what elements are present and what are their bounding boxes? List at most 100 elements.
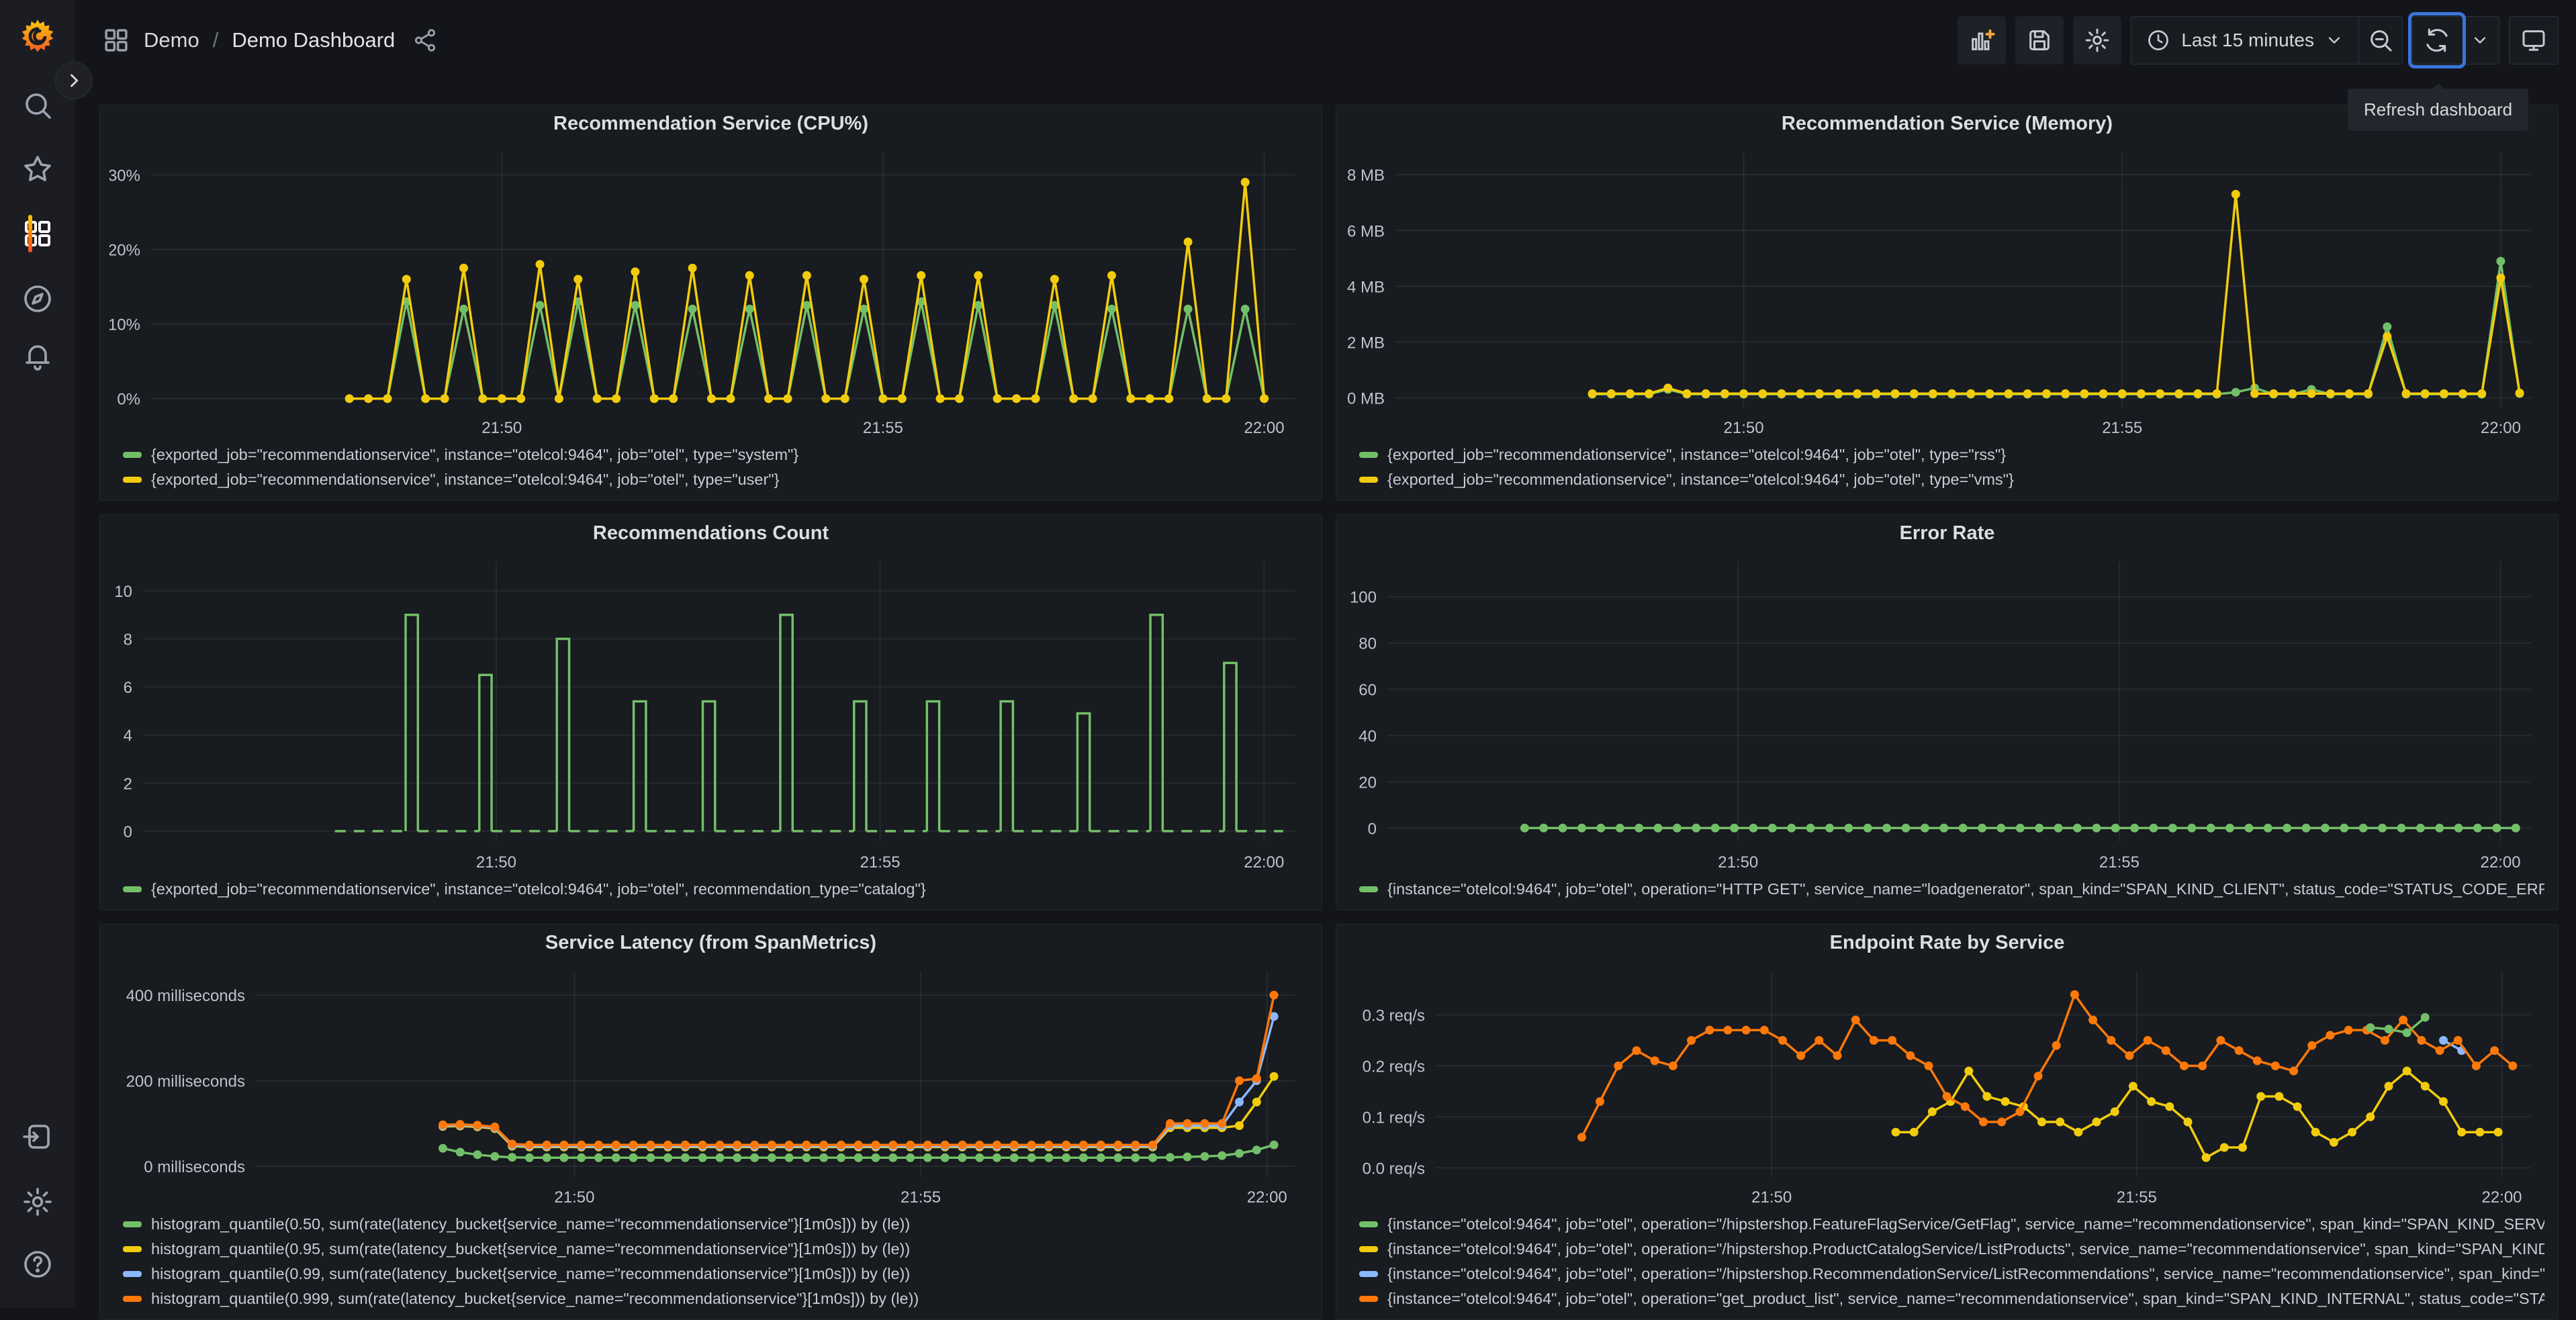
panel-title[interactable]: Recommendation Service (CPU%) [553,113,868,135]
data-point [2358,823,2368,833]
data-point [940,1140,950,1149]
panel-header[interactable]: Endpoint Rate by Service [1336,925,2558,961]
data-point [1909,389,1919,398]
data-point [680,1153,690,1162]
legend-item[interactable]: {exported_job="recommendationservice", i… [123,877,1308,902]
legend-item[interactable]: {instance="otelcol:9464", job="otel", op… [1359,1237,2544,1262]
data-point [2180,1062,2189,1070]
chart-canvas[interactable]: 0 2 4 6 8 10 21:50 21:55 22:00 [109,551,1312,876]
panel-memory: Recommendation Service (Memory) 0 MB 2 MB… [1336,105,2559,501]
data-point [2274,1092,2284,1101]
chart-canvas[interactable]: 0.0 req/s 0.1 req/s 0.2 req/s 0.3 req/s 21:5… [1346,961,2548,1211]
legend-item[interactable]: histogram_quantile(0.99, sum(rate(latenc… [123,1262,1308,1286]
legend-item[interactable]: {instance="otelcol:9464", job="otel", op… [1359,1262,2544,1286]
refresh-dashboard-button[interactable] [2408,12,2466,68]
kiosk-mode-button[interactable] [2510,17,2558,64]
x-axis-tick-label: 21:55 [863,419,903,437]
panel-header[interactable]: Service Latency (from SpanMetrics) [100,925,1322,961]
expand-sidebar-button[interactable] [55,62,93,99]
sidebar-item-search[interactable] [16,84,59,127]
data-point [860,275,868,284]
data-point [669,394,678,404]
data-point [1596,823,1606,833]
sidebar-item-sign-in[interactable] [16,1115,59,1158]
dashboard-settings-button[interactable] [2073,16,2122,64]
y-axis-tick-label: 2 MB [1347,334,1385,352]
data-point [2435,1046,2444,1055]
legend-item[interactable]: {exported_job="recommendationservice", i… [1359,467,2544,492]
data-point [2198,1062,2207,1070]
panel-header[interactable]: Recommendation Service (CPU%) [100,105,1322,142]
data-point [975,1140,984,1149]
panel-title[interactable]: Endpoint Rate by Service [1830,932,2065,954]
grafana-logo[interactable] [16,15,59,58]
chevron-right-icon [71,74,79,87]
data-point [2473,823,2482,833]
data-point [1165,1153,1175,1162]
data-point [439,1120,447,1129]
refresh-interval-button[interactable] [2461,17,2499,64]
data-point [2238,1143,2247,1152]
legend-swatch [123,1271,142,1277]
panel-title[interactable]: Recommendations Count [593,522,829,545]
data-point [2168,823,2177,833]
y-axis-tick-label: 200 milliseconds [126,1073,245,1091]
sidebar-item-explore[interactable] [16,277,59,320]
data-point [1148,1153,1158,1162]
data-point [906,1140,915,1149]
breadcrumb-section[interactable]: Demo [144,28,199,52]
chart-canvas[interactable]: 0 20 40 60 80 100 21:50 21:55 22:00 [1346,551,2548,876]
legend-item[interactable]: histogram_quantile(0.999, sum(rate(laten… [123,1286,1308,1311]
data-point [1806,823,1815,833]
data-point [2035,823,2044,833]
add-panel-button[interactable] [1958,16,2007,64]
chart-canvas[interactable]: 0 milliseconds 200 milliseconds 400 millis… [109,961,1312,1211]
panel-title[interactable]: Recommendation Service (Memory) [1782,113,2113,135]
data-point [1814,389,1824,398]
data-point [688,304,697,314]
legend-item[interactable]: {instance="otelcol:9464", job="otel", op… [1359,1286,2544,1311]
zoom-out-button[interactable] [2359,17,2402,64]
data-point [631,267,640,277]
data-point [878,394,888,404]
data-point [1200,1151,1209,1161]
data-point [1872,389,1881,398]
sidebar-item-alerting[interactable] [16,334,59,377]
panel-title[interactable]: Service Latency (from SpanMetrics) [545,932,876,954]
sidebar-item-dashboards[interactable] [16,212,59,255]
time-range-picker[interactable]: Last 15 minutes [2131,17,2358,64]
data-point [955,394,964,404]
dashboard-grid-icon[interactable] [102,26,130,54]
data-point [2004,389,2013,398]
share-dashboard-button[interactable] [412,28,438,53]
data-point [2301,823,2311,833]
x-axis-tick-label: 21:50 [1724,419,1764,437]
legend-item[interactable]: {instance="otelcol:9464", job="otel", op… [1359,877,2544,902]
chart-canvas[interactable]: 0 MB 2 MB 4 MB 6 MB 8 MB 21:50 21:55 22:00 [1346,142,2548,441]
y-axis-tick-label: 0% [117,391,140,409]
legend-item[interactable]: {exported_job="recommendationservice", i… [1359,442,2544,467]
legend-item[interactable]: histogram_quantile(0.50, sum(rate(latenc… [123,1212,1308,1237]
data-point [2074,1127,2083,1137]
legend-item[interactable]: histogram_quantile(0.95, sum(rate(latenc… [123,1237,1308,1262]
legend-item[interactable]: {exported_job="recommendationservice", i… [123,442,1308,467]
sidebar-item-starred[interactable] [16,148,59,191]
panel-header[interactable]: Error Rate [1336,515,2558,551]
save-dashboard-button[interactable] [2015,16,2064,64]
data-point [2326,1031,2335,1040]
legend-item[interactable]: {exported_job="recommendationservice", i… [123,467,1308,492]
panel-header[interactable]: Recommendations Count [100,515,1322,551]
sidebar-item-help[interactable] [16,1243,59,1286]
data-point [1924,1062,1933,1070]
panel-title[interactable]: Error Rate [1900,522,1995,545]
chart-canvas[interactable]: 0% 10% 20% 30% 21:50 21:55 22:00 [109,142,1312,441]
sign-in-icon [23,1125,50,1149]
data-point [2269,389,2279,398]
data-point [473,1150,482,1160]
legend-swatch [1359,477,1378,483]
data-point [1668,1062,1677,1070]
data-point [2174,389,2184,398]
legend-item[interactable]: {instance="otelcol:9464", job="otel", op… [1359,1212,2544,1237]
sidebar-item-settings[interactable] [16,1180,59,1223]
data-point [802,1140,811,1149]
